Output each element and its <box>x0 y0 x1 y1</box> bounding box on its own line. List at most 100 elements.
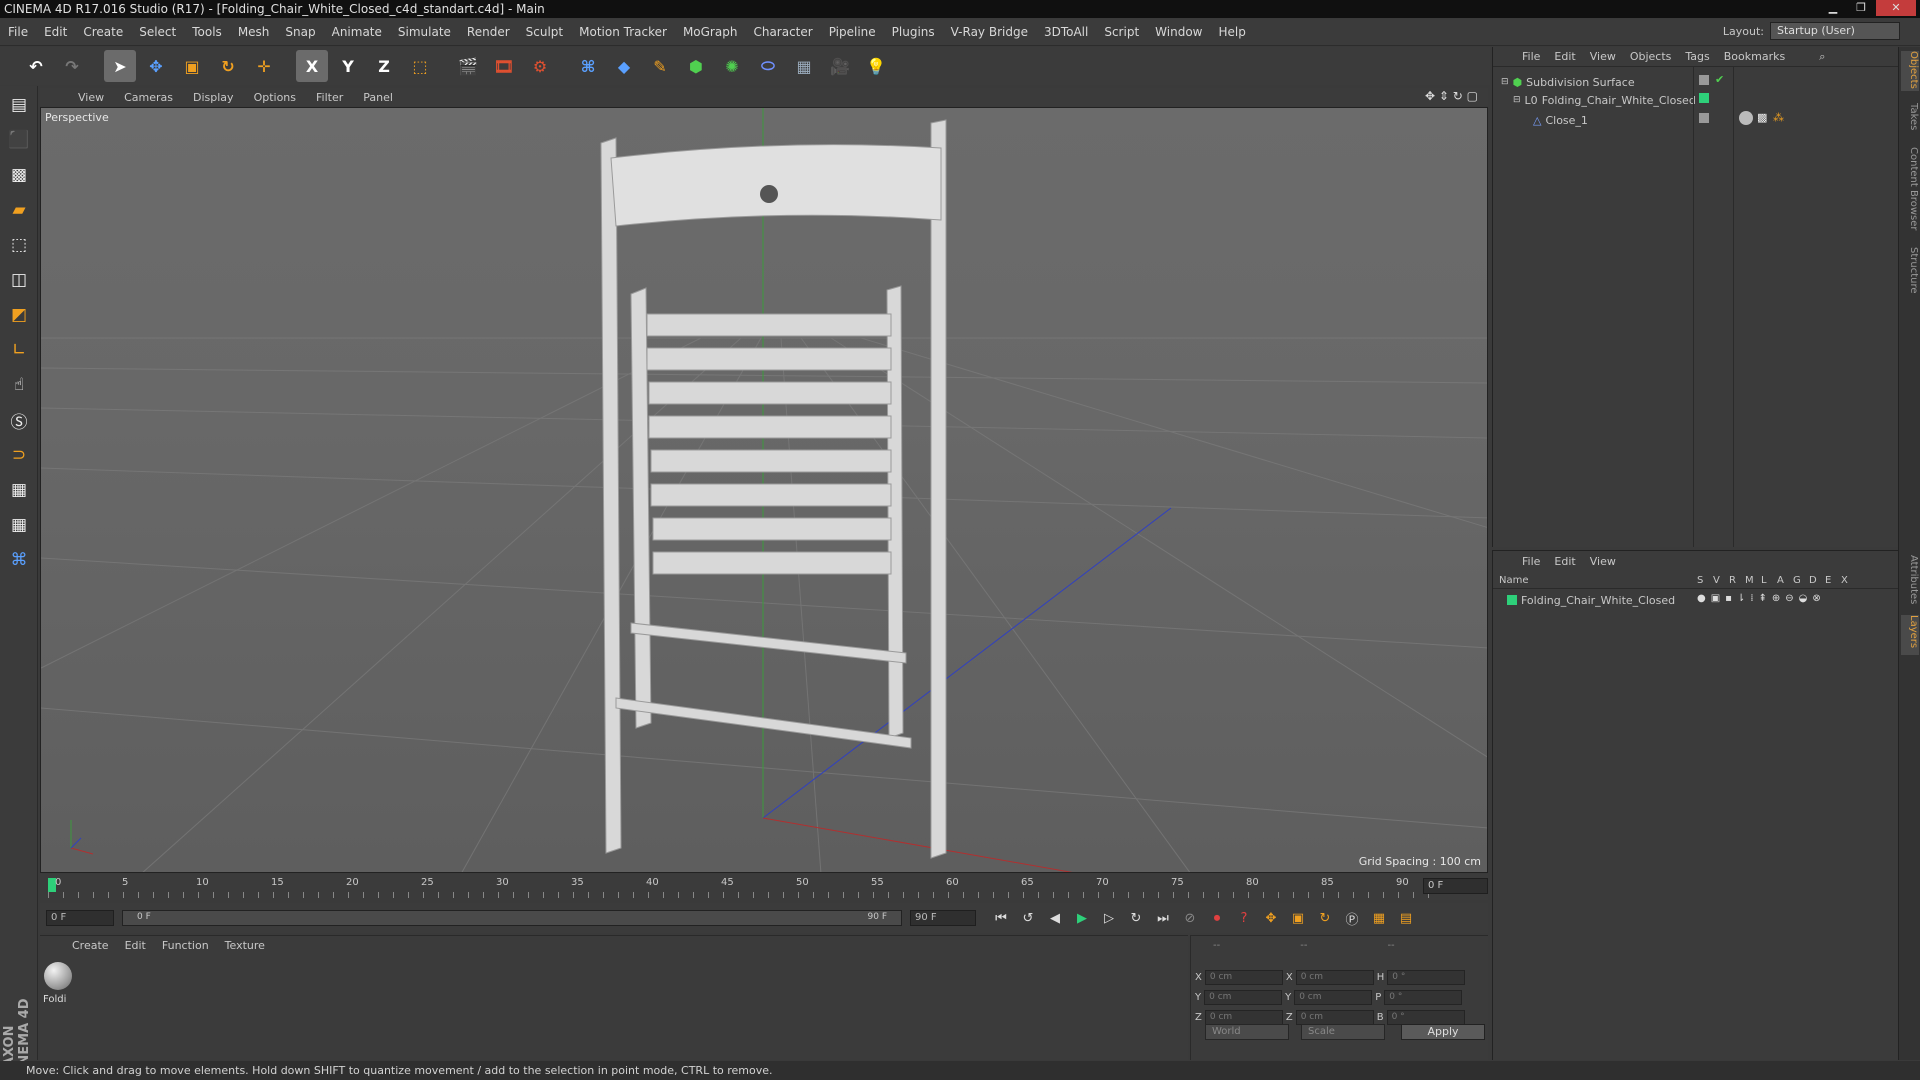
edges-mode-icon[interactable]: ◫ <box>3 264 35 296</box>
viewport-menu-options[interactable]: Options <box>244 91 306 104</box>
layer-column-animation[interactable]: A <box>1777 575 1784 586</box>
model-mode-icon[interactable]: ⬛ <box>3 124 35 156</box>
size-y-field[interactable]: 0 cm <box>1294 990 1373 1005</box>
menu-select[interactable]: Select <box>131 25 184 39</box>
layer-name[interactable]: Folding_Chair_White_Closed <box>1521 594 1675 607</box>
loop-icon[interactable]: ↻ <box>1125 907 1147 929</box>
layer-column-solo[interactable]: S <box>1697 575 1703 586</box>
material-name[interactable]: Foldi <box>43 994 66 1005</box>
axis-mode-icon[interactable]: ∟ <box>3 334 35 366</box>
render-settings-icon[interactable]: ⚙ <box>524 50 556 82</box>
menu-3dtoall[interactable]: 3DToAll <box>1036 25 1096 39</box>
material-menu-texture[interactable]: Texture <box>217 939 273 952</box>
layer-color-icon[interactable] <box>1699 93 1709 103</box>
menu-character[interactable]: Character <box>745 25 820 39</box>
menu-help[interactable]: Help <box>1210 25 1253 39</box>
viewport-menu-display[interactable]: Display <box>183 91 244 104</box>
menu-simulate[interactable]: Simulate <box>390 25 459 39</box>
key-rotation-icon[interactable]: ↻ <box>1314 907 1336 929</box>
move-tool-icon[interactable]: ✥ <box>140 50 172 82</box>
material-tag-icon[interactable] <box>1739 111 1753 125</box>
camera-icon[interactable]: 🎥 <box>824 50 856 82</box>
coordinate-space-dropdown[interactable]: World <box>1205 1024 1289 1040</box>
menu-window[interactable]: Window <box>1147 25 1210 39</box>
rotate-tool-icon[interactable]: ↻ <box>212 50 244 82</box>
layer-menu-edit[interactable]: Edit <box>1547 555 1582 568</box>
apply-button[interactable]: Apply <box>1401 1024 1485 1040</box>
collapse-icon[interactable]: ⊟ <box>1513 95 1521 105</box>
menu-create[interactable]: Create <box>75 25 131 39</box>
object-menu-objects[interactable]: Objects <box>1623 50 1679 63</box>
tab-structure[interactable]: Structure <box>1901 247 1919 299</box>
layer-column-xref[interactable]: X <box>1841 575 1848 586</box>
tab-layers[interactable]: Layers <box>1901 615 1919 655</box>
texture-mode-icon[interactable]: ▩ <box>3 159 35 191</box>
search-icon[interactable]: ⌕ <box>1812 50 1832 64</box>
autokey-icon[interactable]: ⏺ <box>1206 907 1228 929</box>
rotation-p-field[interactable]: 0 ° <box>1384 990 1463 1005</box>
scale-tool-icon[interactable]: ▣ <box>176 50 208 82</box>
object-row[interactable]: △ Close_1 <box>1533 111 1588 129</box>
layer-column-deformers[interactable]: D <box>1809 575 1817 586</box>
menu-render[interactable]: Render <box>459 25 518 39</box>
object-name[interactable]: Close_1 <box>1545 114 1587 127</box>
maximize-button[interactable]: ❐ <box>1848 0 1874 16</box>
snap-icon[interactable]: Ⓢ <box>3 404 35 436</box>
mograph-cloner-icon[interactable]: ✺ <box>716 50 748 82</box>
object-menu-file[interactable]: File <box>1515 50 1547 63</box>
object-row[interactable]: ⊟ L0 Folding_Chair_White_Closed <box>1513 91 1696 109</box>
visibility-toggle-icon[interactable] <box>1699 75 1709 85</box>
enabled-check-icon[interactable]: ✔ <box>1715 73 1724 86</box>
object-menu-bookmarks[interactable]: Bookmarks <box>1717 50 1792 63</box>
object-menu-edit[interactable]: Edit <box>1547 50 1582 63</box>
position-x-field[interactable]: 0 cm <box>1204 970 1283 985</box>
size-z-field[interactable]: 0 cm <box>1295 1010 1374 1025</box>
object-name[interactable]: Subdivision Surface <box>1526 76 1634 89</box>
layer-menu-view[interactable]: View <box>1583 555 1623 568</box>
go-to-start-icon[interactable]: ⏮ <box>990 907 1012 929</box>
workplane-lock-icon[interactable]: ▦ <box>3 509 35 541</box>
menu-script[interactable]: Script <box>1096 25 1147 39</box>
menu-mograph[interactable]: MoGraph <box>675 25 746 39</box>
current-frame-field[interactable]: 0 F <box>1423 878 1488 894</box>
subdivision-icon[interactable]: ⬢ <box>680 50 712 82</box>
undo-icon[interactable]: ↶ <box>20 50 52 82</box>
deformer-icon[interactable]: ⬭ <box>752 50 784 82</box>
transform-tool-icon[interactable]: ✛ <box>248 50 280 82</box>
visibility-toggle-icon[interactable] <box>1699 113 1709 123</box>
menu-file[interactable]: File <box>0 25 36 39</box>
menu-sculpt[interactable]: Sculpt <box>518 25 571 39</box>
object-menu-tags[interactable]: Tags <box>1678 50 1716 63</box>
viewport-menu-view[interactable]: View <box>68 91 114 104</box>
coordinate-mode-dropdown[interactable]: Scale <box>1301 1024 1385 1040</box>
viewport-menu-cameras[interactable]: Cameras <box>114 91 183 104</box>
close-button[interactable]: ✕ <box>1876 0 1916 16</box>
layer-column-generators[interactable]: G <box>1793 575 1801 586</box>
menu-animate[interactable]: Animate <box>324 25 390 39</box>
material-menu-function[interactable]: Function <box>154 939 217 952</box>
menu-snap[interactable]: Snap <box>277 25 323 39</box>
python-icon[interactable]: ⌘ <box>572 50 604 82</box>
preview-range-slider[interactable]: 0 F 90 F <box>122 910 902 926</box>
record-keys-icon[interactable]: ⊘ <box>1179 907 1201 929</box>
collapse-icon[interactable]: ⊟ <box>1501 77 1509 87</box>
timeline-window-icon[interactable]: ▤ <box>1395 907 1417 929</box>
tab-objects[interactable]: Objects <box>1901 51 1919 91</box>
select-tool-icon[interactable]: ➤ <box>104 50 136 82</box>
menu-tools[interactable]: Tools <box>184 25 230 39</box>
play-icon[interactable]: ▶ <box>1071 907 1093 929</box>
object-menu-view[interactable]: View <box>1583 50 1623 63</box>
menu-plugins[interactable]: Plugins <box>884 25 943 39</box>
python-script-icon[interactable]: ⌘ <box>3 544 35 576</box>
next-frame-icon[interactable]: ▷ <box>1098 907 1120 929</box>
material-preview-icon[interactable] <box>44 962 72 990</box>
make-editable-icon[interactable]: ▤ <box>3 89 35 121</box>
grid-lock-icon[interactable]: ▦ <box>3 474 35 506</box>
start-frame-field[interactable]: 0 F <box>46 910 114 926</box>
layer-column-render[interactable]: R <box>1729 575 1736 586</box>
key-position-icon[interactable]: ✥ <box>1260 907 1282 929</box>
coordinate-system-icon[interactable]: ⬚ <box>404 50 436 82</box>
phong-tag-icon[interactable]: ⁂ <box>1773 111 1784 124</box>
workplane-icon[interactable]: ▰ <box>3 194 35 226</box>
render-picture-viewer-icon[interactable]: 🎞 <box>488 50 520 82</box>
